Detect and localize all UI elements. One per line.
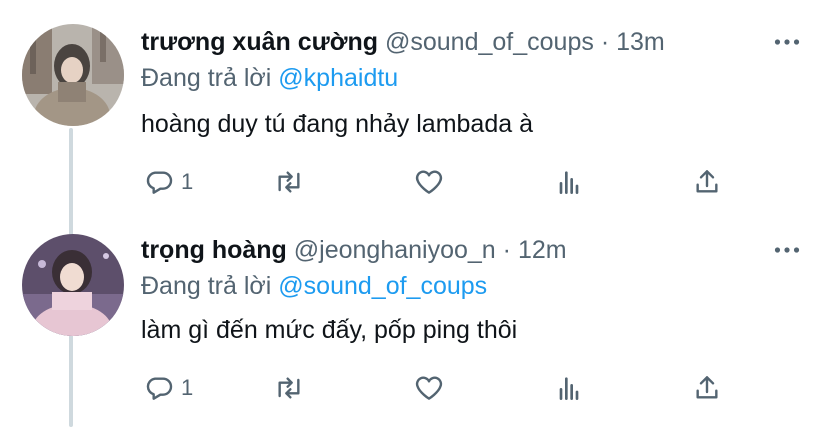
tweet-text: làm gì đến mức đấy, pốp ping thôi: [141, 316, 518, 344]
more-options-button[interactable]: [772, 28, 802, 56]
views-icon: [559, 377, 579, 400]
like-button[interactable]: [413, 370, 445, 406]
display-name[interactable]: trương xuân cường: [141, 28, 378, 56]
tweet-actions: 1: [141, 370, 741, 406]
avatar[interactable]: [22, 234, 124, 336]
avatar-image: [22, 234, 124, 336]
avatar-image: [22, 24, 124, 126]
more-options-button[interactable]: [772, 236, 802, 264]
replying-to-label: Đang trả lời: [141, 64, 272, 92]
separator-dot: ·: [502, 236, 511, 264]
like-button[interactable]: [413, 164, 445, 200]
like-icon: [415, 170, 443, 194]
reply-icon: [146, 377, 173, 400]
timestamp[interactable]: 13m: [616, 28, 665, 56]
user-handle[interactable]: @jeonghaniyoo_n: [294, 236, 496, 264]
replying-to-label: Đang trả lời: [141, 272, 272, 300]
share-icon: [696, 376, 718, 399]
reply-button[interactable]: 1: [143, 164, 193, 200]
display-name[interactable]: trọng hoàng: [141, 236, 287, 264]
views-icon: [559, 171, 579, 194]
retweet-icon: [278, 171, 300, 193]
avatar[interactable]: [22, 24, 124, 126]
separator-dot: ·: [600, 28, 610, 56]
share-button[interactable]: [691, 370, 723, 406]
tweet-text: hoàng duy tú đang nhảy lambada à: [141, 110, 533, 138]
replying-to: Đang trả lời @sound_of_coups: [141, 272, 487, 301]
views-button[interactable]: [553, 164, 585, 200]
more-icon: [774, 247, 800, 253]
replying-to: Đang trả lời @kphaidtu: [141, 64, 398, 93]
views-button[interactable]: [553, 370, 585, 406]
user-handle[interactable]: @sound_of_coups: [385, 28, 594, 56]
tweet-actions: 1: [141, 164, 741, 200]
reply-count: 1: [181, 375, 194, 400]
tweet-header: trọng hoàng @jeonghaniyoo_n · 12m: [141, 236, 567, 265]
reply-button[interactable]: 1: [143, 370, 193, 406]
replying-to-mention[interactable]: @sound_of_coups: [278, 272, 487, 300]
replying-to-mention[interactable]: @kphaidtu: [278, 64, 398, 92]
share-button[interactable]: [691, 164, 723, 200]
retweet-button[interactable]: [273, 164, 305, 200]
retweet-icon: [278, 377, 300, 399]
more-icon: [774, 39, 800, 45]
share-icon: [696, 170, 718, 193]
reply-count: 1: [181, 169, 194, 194]
reply-icon: [146, 171, 173, 194]
like-icon: [415, 376, 443, 400]
tweet-header: trương xuân cường @sound_of_coups · 13m: [141, 28, 665, 57]
retweet-button[interactable]: [273, 370, 305, 406]
timestamp[interactable]: 12m: [518, 236, 567, 264]
